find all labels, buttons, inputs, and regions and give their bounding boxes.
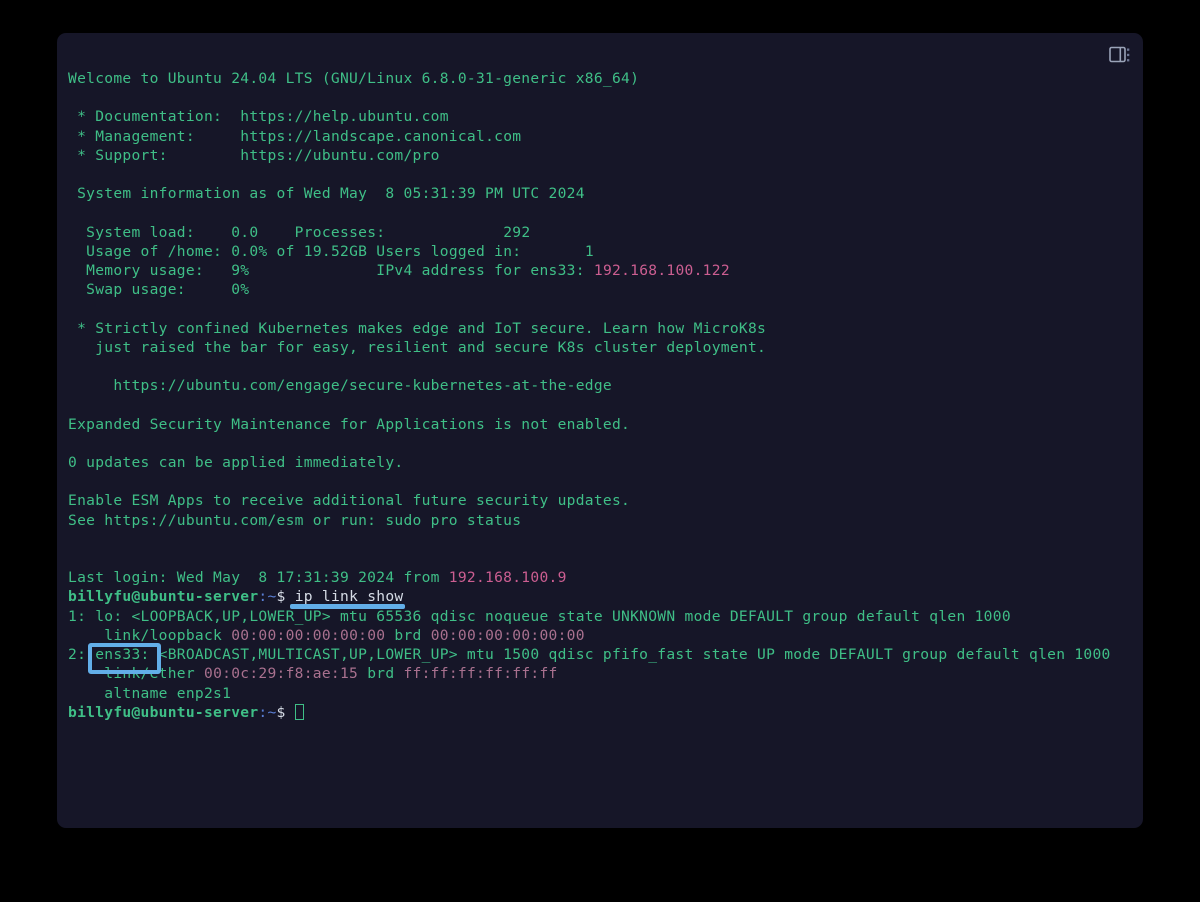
motd-welcome: Welcome to Ubuntu 24.04 LTS (GNU/Linux 6… — [68, 70, 640, 87]
stat-right-label-1: Users logged in: — [376, 242, 522, 260]
terminal-output-area[interactable]: Welcome to Ubuntu 24.04 LTS (GNU/Linux 6… — [57, 69, 1143, 828]
stat-right-pad-1 — [521, 243, 584, 260]
output-line-0: 1: lo: <LOOPBACK,UP,LOWER_UP> mtu 65536 … — [68, 607, 1011, 625]
final-prompt-user-host: billyfu@ubuntu-server — [68, 703, 259, 721]
motd-link-pad-2 — [168, 147, 241, 164]
stat-left-value-1: 0.0% of 19.52GB — [231, 242, 368, 260]
terminal-window: Welcome to Ubuntu 24.04 LTS (GNU/Linux 6… — [57, 33, 1143, 828]
output-line-3-brd: brd — [358, 665, 404, 683]
stat-right-value-1: 1 — [584, 242, 594, 260]
motd-promo-line-2: just raised the bar for easy, resilient … — [68, 338, 767, 356]
motd-updates-notice: 0 updates can be applied immediately. — [68, 454, 404, 472]
stat-left-label-2: Memory usage: — [68, 262, 204, 280]
motd-promo-line-1: * Strictly confined Kubernetes makes edg… — [68, 319, 767, 337]
stat-left-label-1: Usage of /home: — [68, 242, 223, 260]
ens33-mac-address: 00:0c:29:f8:ae:15 — [204, 665, 359, 683]
stat-left-label-0: System load: — [68, 223, 195, 241]
motd-link-label-0: * Documentation: — [68, 108, 223, 126]
panel-layout-icon[interactable] — [1109, 46, 1131, 64]
output-line-4-altname: altname enp2s1 — [68, 684, 232, 702]
output-line-3-prefix: link/ether — [68, 665, 204, 683]
final-prompt-symbol: $ — [276, 703, 286, 721]
ens33-brd-address: ff:ff:ff:ff:ff:ff — [403, 665, 558, 683]
stat-right-pad-2 — [585, 262, 594, 279]
command-ip-link-show[interactable]: ip link show — [295, 588, 404, 605]
prompt-path: :~ — [258, 588, 277, 606]
terminal-titlebar — [57, 33, 1143, 69]
stat-left-label-3: Swap usage: — [68, 281, 186, 299]
motd-link-url-2[interactable]: https://ubuntu.com/pro — [240, 147, 439, 164]
motd-link-pad-1 — [195, 128, 240, 145]
final-prompt-path: :~ — [258, 703, 277, 721]
output-line-2-ens33: 2: ens33: <BROADCAST,MULTICAST,UP,LOWER_… — [68, 646, 1111, 664]
motd-esm-enable-line-2: See https://ubuntu.com/esm or run: sudo … — [68, 511, 522, 529]
motd-link-label-1: * Management: — [68, 127, 195, 145]
terminal-text: Welcome to Ubuntu 24.04 LTS (GNU/Linux 6… — [68, 69, 1133, 722]
stat-left-pad-2 — [204, 262, 231, 279]
prompt-user-host: billyfu@ubuntu-server — [68, 588, 259, 606]
motd-link-pad-0 — [222, 108, 240, 125]
screen-root: Welcome to Ubuntu 24.04 LTS (GNU/Linux 6… — [0, 0, 1200, 902]
last-login-prefix: Last login: Wed May 8 17:31:39 2024 from — [68, 569, 449, 587]
motd-esm-enable-line-1: Enable ESM Apps to receive additional fu… — [68, 492, 631, 510]
motd-promo-url[interactable]: https://ubuntu.com/engage/secure-kuberne… — [68, 377, 612, 394]
motd-esm-notice: Expanded Security Maintenance for Applic… — [68, 415, 631, 433]
motd-sysinfo-header: System information as of Wed May 8 05:31… — [68, 185, 585, 203]
motd-link-url-1[interactable]: https://landscape.canonical.com — [240, 128, 521, 145]
stat-right-label-2: IPv4 address for ens33: — [376, 262, 585, 280]
motd-link-url-0[interactable]: https://help.ubuntu.com — [240, 108, 449, 125]
terminal-cursor — [294, 703, 304, 720]
loopback-brd-address: 00:00:00:00:00:00 — [430, 626, 585, 644]
stat-right-pad-0 — [385, 224, 503, 241]
stat-left-pad-3 — [186, 281, 231, 298]
last-login-ip: 192.168.100.9 — [448, 569, 567, 587]
stat-left-value-3: 0% — [231, 281, 250, 299]
stat-left-value-0: 0.0 — [231, 223, 259, 241]
stat-left-pad-1 — [222, 243, 231, 260]
motd-link-label-2: * Support: — [68, 146, 168, 164]
prompt-symbol: $ — [276, 588, 286, 606]
output-line-1-prefix: link/loopback — [68, 626, 232, 644]
ipv4-address-ens33: 192.168.100.122 — [593, 262, 730, 280]
loopback-mac-address: 00:00:00:00:00:00 — [231, 626, 386, 644]
stat-left-value-2: 9% — [231, 262, 250, 280]
stat-right-label-0: Processes: — [294, 223, 386, 241]
stat-left-pad-0 — [195, 224, 231, 241]
stat-right-value-0: 292 — [503, 223, 531, 241]
output-line-1-brd: brd — [385, 626, 431, 644]
